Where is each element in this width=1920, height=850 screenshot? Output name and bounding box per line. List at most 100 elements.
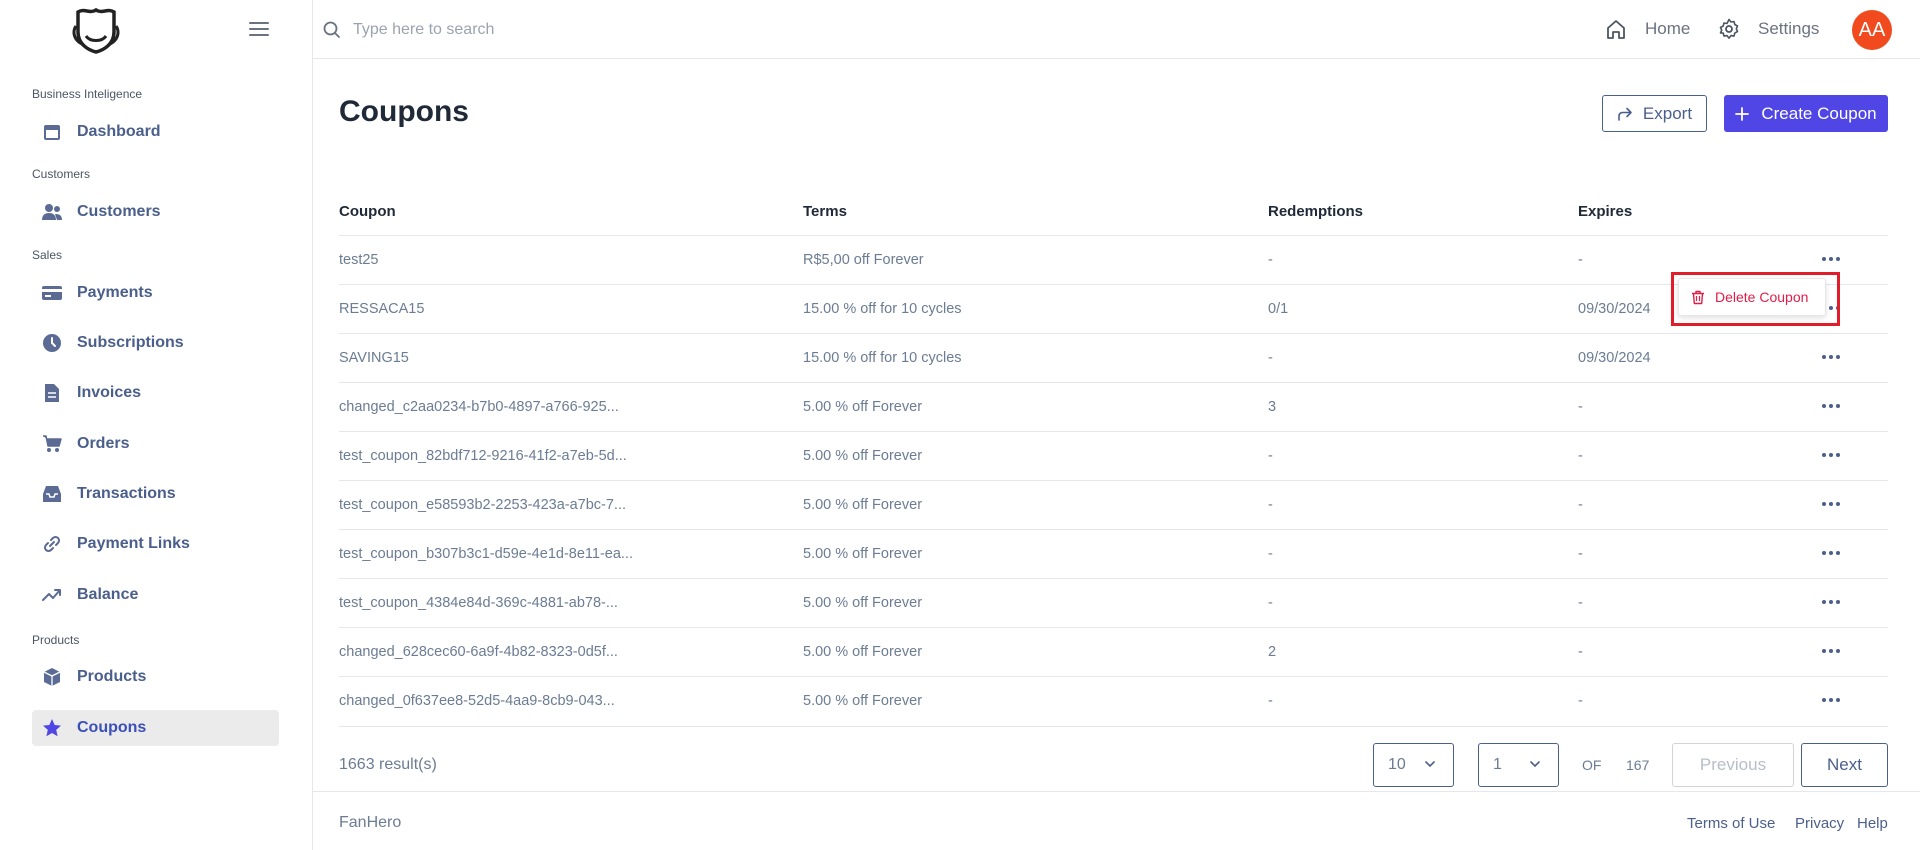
coupon-expires: - (1578, 399, 1583, 415)
sidebar-item-label: Coupons (77, 719, 147, 736)
table-row[interactable]: changed_0f637ee8-52d5-4aa9-8cb9-043... 5… (339, 676, 1888, 725)
coupon-expires: 09/30/2024 (1578, 350, 1651, 366)
cube-icon (42, 667, 62, 687)
coupon-terms: 15.00 % off for 10 cycles (803, 301, 962, 317)
column-header-expires[interactable]: Expires (1578, 203, 1632, 220)
coupon-expires: 09/30/2024 (1578, 301, 1651, 317)
table-row[interactable]: changed_628cec60-6a9f-4b82-8323-0d5f... … (339, 627, 1888, 676)
next-button[interactable]: Next (1801, 743, 1888, 787)
more-options-icon[interactable] (1818, 543, 1844, 563)
coupon-code: RESSACA15 (339, 301, 425, 317)
help-link[interactable]: Help (1857, 815, 1888, 832)
sidebar-item-orders[interactable]: Orders (32, 426, 279, 462)
more-options-icon[interactable] (1818, 249, 1844, 269)
sidebar-item-label: Customers (77, 203, 161, 220)
table-row[interactable]: test_coupon_e58593b2-2253-423a-a7bc-7...… (339, 480, 1888, 529)
home-link[interactable]: Home (1605, 18, 1690, 40)
coupon-terms: R$5,00 off Forever (803, 252, 924, 268)
previous-button[interactable]: Previous (1672, 743, 1794, 787)
sidebar-item-transactions[interactable]: Transactions (32, 476, 279, 512)
coupon-redemptions: - (1268, 252, 1273, 268)
sidebar-item-payments[interactable]: Payments (32, 275, 279, 311)
search-icon (323, 21, 341, 39)
coupon-terms: 15.00 % off for 10 cycles (803, 350, 962, 366)
sidebar-item-balance[interactable]: Balance (32, 577, 279, 613)
settings-label: Settings (1758, 19, 1820, 38)
coupon-expires: - (1578, 693, 1583, 709)
sidebar-item-coupons[interactable]: Coupons (32, 710, 279, 746)
home-label: Home (1645, 19, 1691, 38)
more-options-icon[interactable] (1818, 641, 1844, 661)
sidebar-item-products[interactable]: Products (32, 659, 279, 695)
result-count: 1663 result(s) (339, 756, 437, 773)
more-options-icon[interactable] (1818, 690, 1844, 710)
page-number-select[interactable]: 1 (1478, 743, 1559, 787)
cart-icon (42, 434, 62, 454)
coupon-terms: 5.00 % off Forever (803, 595, 923, 611)
document-icon (42, 383, 62, 403)
coupon-terms: 5.00 % off Forever (803, 693, 923, 709)
sidebar-item-payment-links[interactable]: Payment Links (32, 526, 279, 562)
sidebar-item-label: Payment Links (77, 535, 190, 552)
terms-of-use-link[interactable]: Terms of Use (1687, 815, 1775, 832)
sidebar-item-dashboard[interactable]: Dashboard (32, 114, 279, 150)
trash-icon (1692, 290, 1704, 304)
search-input[interactable] (353, 14, 853, 46)
more-options-icon[interactable] (1818, 396, 1844, 416)
total-pages: 167 (1626, 757, 1650, 773)
coupon-code: test25 (339, 252, 379, 268)
page-size-select[interactable]: 10 (1373, 743, 1454, 787)
coupon-redemptions: 0/1 (1268, 301, 1289, 317)
coupon-code: changed_628cec60-6a9f-4b82-8323-0d5f... (339, 644, 618, 660)
trending-up-icon (42, 585, 62, 605)
table-row[interactable]: test_coupon_4384e84d-369c-4881-ab78-... … (339, 578, 1888, 627)
create-coupon-button[interactable]: Create Coupon (1724, 95, 1888, 132)
column-header-coupon[interactable]: Coupon (339, 203, 396, 220)
avatar[interactable]: AA (1852, 10, 1892, 50)
sidebar-item-label: Orders (77, 435, 130, 452)
chevron-down-icon (1530, 761, 1540, 767)
table-row[interactable]: SAVING15 15.00 % off for 10 cycles - 09/… (339, 333, 1888, 382)
menu-toggle-icon[interactable] (248, 18, 270, 40)
users-icon (42, 202, 62, 222)
coupon-expires: - (1578, 595, 1583, 611)
table-row[interactable]: changed_c2aa0234-b7b0-4897-a766-925... 5… (339, 382, 1888, 431)
sidebar-item-customers[interactable]: Customers (32, 194, 279, 230)
column-header-terms[interactable]: Terms (803, 203, 847, 220)
table-row[interactable]: test_coupon_b307b3c1-d59e-4e1d-8e11-ea..… (339, 529, 1888, 578)
sidebar-item-invoices[interactable]: Invoices (32, 375, 279, 411)
coupon-code: test_coupon_b307b3c1-d59e-4e1d-8e11-ea..… (339, 546, 633, 562)
table-row[interactable]: RESSACA15 15.00 % off for 10 cycles 0/1 … (339, 284, 1888, 333)
coupon-redemptions: - (1268, 448, 1273, 464)
delete-coupon-menu-item[interactable]: Delete Coupon (1678, 278, 1826, 316)
more-options-icon[interactable] (1818, 494, 1844, 514)
table-row[interactable]: test_coupon_82bdf712-9216-41f2-a7eb-5d..… (339, 431, 1888, 480)
column-header-redemptions[interactable]: Redemptions (1268, 203, 1363, 220)
coupon-code: test_coupon_82bdf712-9216-41f2-a7eb-5d..… (339, 448, 627, 464)
top-bar: Home Settings AA (313, 0, 1920, 59)
brand-logo[interactable] (70, 6, 122, 54)
sidebar-item-label: Products (77, 668, 147, 685)
coupon-redemptions: 2 (1268, 644, 1277, 660)
settings-link[interactable]: Settings (1718, 18, 1819, 40)
table-row[interactable]: test25 R$5,00 off Forever - - (339, 235, 1888, 284)
delete-coupon-label: Delete Coupon (1715, 289, 1809, 305)
star-icon (42, 718, 62, 738)
table-divider (339, 726, 1888, 727)
more-options-icon[interactable] (1818, 592, 1844, 612)
sidebar-item-label: Subscriptions (77, 334, 184, 351)
sidebar-item-label: Transactions (77, 485, 176, 502)
section-label-customers: Customers (32, 167, 91, 181)
section-label-products: Products (32, 633, 80, 647)
sidebar-item-subscriptions[interactable]: Subscriptions (32, 325, 279, 361)
privacy-link[interactable]: Privacy (1795, 815, 1844, 832)
coupon-expires: - (1578, 252, 1583, 268)
more-options-icon[interactable] (1818, 347, 1844, 367)
more-options-icon[interactable] (1818, 445, 1844, 465)
link-icon (42, 534, 62, 554)
chevron-down-icon (1425, 761, 1435, 767)
coupon-redemptions: 3 (1268, 399, 1277, 415)
coupon-redemptions: - (1268, 497, 1273, 513)
export-button[interactable]: Export (1602, 95, 1707, 132)
page-number-value: 1 (1493, 756, 1502, 773)
